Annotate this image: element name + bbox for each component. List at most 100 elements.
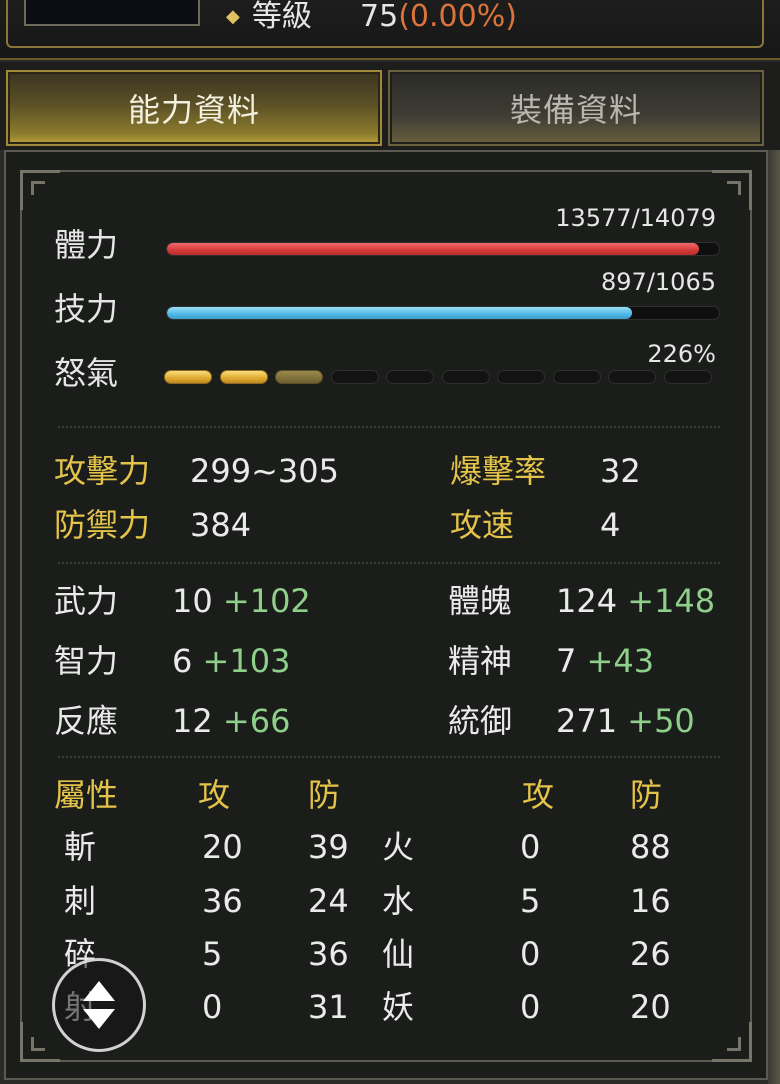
corner-ornament-icon <box>20 170 60 210</box>
elements-defense-header-2: 防 <box>630 776 663 814</box>
str-values: 10 +102 <box>172 582 311 620</box>
speed-label: 攻速 <box>450 506 515 544</box>
rage-bar <box>164 370 720 384</box>
agi-label: 反應 <box>54 702 119 740</box>
lead-base: 271 <box>556 702 618 740</box>
str-base: 10 <box>172 582 213 620</box>
tab-ability-info[interactable]: 能力資料 <box>6 70 382 146</box>
element-defense: 20 <box>630 988 671 1026</box>
rage-segment <box>497 370 545 384</box>
element-name: 妖 <box>382 988 415 1026</box>
lead-label: 統御 <box>448 702 513 740</box>
rage-segment <box>219 370 268 384</box>
crit-value: 32 <box>600 452 641 490</box>
hp-bar-fill <box>167 243 700 255</box>
elements-attack-header: 攻 <box>198 776 231 814</box>
int-base: 6 <box>172 642 193 680</box>
element-attack: 0 <box>520 828 541 866</box>
str-label: 武力 <box>54 582 119 620</box>
rage-segment <box>164 370 212 384</box>
element-name: 斬 <box>64 828 97 866</box>
rage-segment <box>330 370 379 384</box>
agi-bonus: +66 <box>222 702 291 740</box>
corner-ornament-icon <box>712 170 752 210</box>
int-bonus: +103 <box>202 642 291 680</box>
con-values: 124 +148 <box>556 582 715 620</box>
mp-value: 897/1065 <box>601 268 716 296</box>
diamond-bullet-icon: ◆ <box>226 6 240 27</box>
element-name: 仙 <box>382 935 415 973</box>
level-value: 75 <box>360 0 399 34</box>
rage-segment <box>552 370 601 384</box>
element-defense: 88 <box>630 828 671 866</box>
element-attack: 5 <box>520 882 541 920</box>
element-name: 火 <box>382 828 415 866</box>
element-attack: 0 <box>520 935 541 973</box>
agi-values: 12 +66 <box>172 702 290 740</box>
spi-base: 7 <box>556 642 577 680</box>
stats-panel: 體力 13577/14079 技力 897/1065 怒氣 226% 攻擊力 2… <box>4 150 768 1080</box>
up-down-arrows-icon <box>83 981 115 1029</box>
con-label: 體魄 <box>448 582 513 620</box>
int-values: 6 +103 <box>172 642 290 680</box>
defense-label: 防禦力 <box>54 506 151 544</box>
element-defense: 36 <box>308 935 349 973</box>
mp-bar <box>166 306 720 320</box>
crit-label: 爆擊率 <box>450 452 547 490</box>
element-defense: 24 <box>308 882 349 920</box>
spi-label: 精神 <box>448 642 513 680</box>
rage-value: 226% <box>647 340 716 368</box>
element-attack: 36 <box>202 882 243 920</box>
element-attack: 0 <box>202 988 223 1026</box>
element-defense: 39 <box>308 828 349 866</box>
mp-label: 技力 <box>54 290 119 328</box>
element-name: 刺 <box>64 882 97 920</box>
element-attack: 0 <box>520 988 541 1026</box>
spi-bonus: +43 <box>586 642 655 680</box>
elements-property-header: 屬性 <box>54 776 119 814</box>
element-defense: 16 <box>630 882 671 920</box>
corner-ornament-icon <box>712 1022 752 1062</box>
divider <box>58 426 720 428</box>
agi-base: 12 <box>172 702 213 740</box>
lead-bonus: +50 <box>627 702 695 740</box>
scroll-toggle-button[interactable] <box>52 958 146 1052</box>
corner-ornament-icon <box>20 1022 60 1062</box>
hp-label: 體力 <box>54 226 119 264</box>
con-base: 124 <box>556 582 618 620</box>
spi-values: 7 +43 <box>556 642 654 680</box>
tab-label: 能力資料 <box>127 91 260 129</box>
rage-segment <box>275 370 323 384</box>
speed-value: 4 <box>600 506 621 544</box>
hp-bar <box>166 242 720 256</box>
level-label-wrap: ◆ 等級 <box>226 0 312 34</box>
str-bonus: +102 <box>222 582 311 620</box>
divider <box>58 756 720 758</box>
background-edge <box>768 150 780 1084</box>
portrait-frame <box>24 0 200 26</box>
rage-segment <box>441 370 490 384</box>
rage-label: 怒氣 <box>54 354 119 392</box>
mp-bar-fill <box>167 307 632 319</box>
element-attack: 5 <box>202 935 223 973</box>
element-name: 水 <box>382 882 415 920</box>
rage-segment <box>386 370 434 384</box>
rage-segment <box>608 370 656 384</box>
element-attack: 20 <box>202 828 243 866</box>
tab-label: 裝備資料 <box>509 91 642 129</box>
divider <box>58 562 720 564</box>
elements-defense-header: 防 <box>308 776 341 814</box>
lead-values: 271 +50 <box>556 702 695 740</box>
elements-attack-header-2: 攻 <box>522 776 555 814</box>
tab-equipment-info[interactable]: 裝備資料 <box>388 70 764 146</box>
level-label: 等級 <box>251 0 312 34</box>
element-defense: 26 <box>630 935 671 973</box>
character-header: ◆ 等級 75(0.00%) <box>0 0 780 60</box>
level-percent: (0.00%) <box>398 0 517 34</box>
attack-label: 攻擊力 <box>54 452 151 490</box>
tab-bar: 能力資料 裝備資料 <box>0 62 780 150</box>
defense-value: 384 <box>190 506 252 544</box>
int-label: 智力 <box>54 642 119 680</box>
rage-segment <box>663 370 712 384</box>
con-bonus: +148 <box>627 582 716 620</box>
